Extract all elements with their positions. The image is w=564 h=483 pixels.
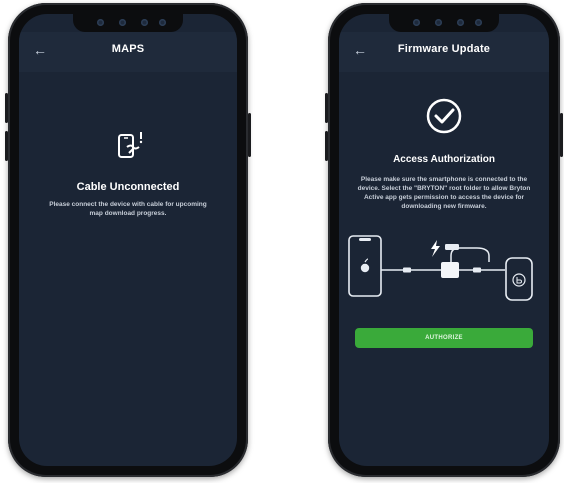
volume-button — [5, 131, 8, 161]
phone-cable-alert-icon — [118, 132, 143, 158]
authorize-button[interactable]: AUTHORIZE — [355, 328, 533, 348]
connection-illustration — [348, 235, 533, 301]
status-heading: Access Authorization — [393, 154, 495, 165]
app-header: ← MAPS — [19, 32, 237, 72]
app-header: ← Firmware Update — [339, 32, 549, 72]
camera-notch — [73, 14, 183, 32]
volume-button — [325, 131, 328, 161]
volume-button — [325, 93, 328, 123]
status-message: Please connect the device with cable for… — [49, 201, 207, 217]
power-button — [248, 113, 251, 157]
left-screen: ← MAPS Cable Unconnected Please connect … — [19, 14, 237, 466]
right-screen: ← Firmware Update Access Authorization P… — [339, 14, 549, 466]
left-phone: ← MAPS Cable Unconnected Please connect … — [5, 3, 251, 477]
volume-button — [5, 93, 8, 123]
check-circle-icon — [426, 98, 462, 134]
adapter-hub — [441, 262, 459, 278]
camera-notch — [389, 14, 499, 32]
status-message: Please make sure the smartphone is conne… — [357, 176, 531, 210]
page-title: Firmware Update — [397, 43, 491, 55]
bryton-device — [505, 257, 533, 301]
apple-icon — [360, 258, 370, 273]
right-phone: ← Firmware Update Access Authorization P… — [325, 3, 563, 477]
power-button — [560, 113, 563, 157]
page-title: MAPS — [111, 43, 145, 55]
lightning-icon — [431, 240, 440, 257]
status-heading: Cable Unconnected — [76, 181, 180, 193]
